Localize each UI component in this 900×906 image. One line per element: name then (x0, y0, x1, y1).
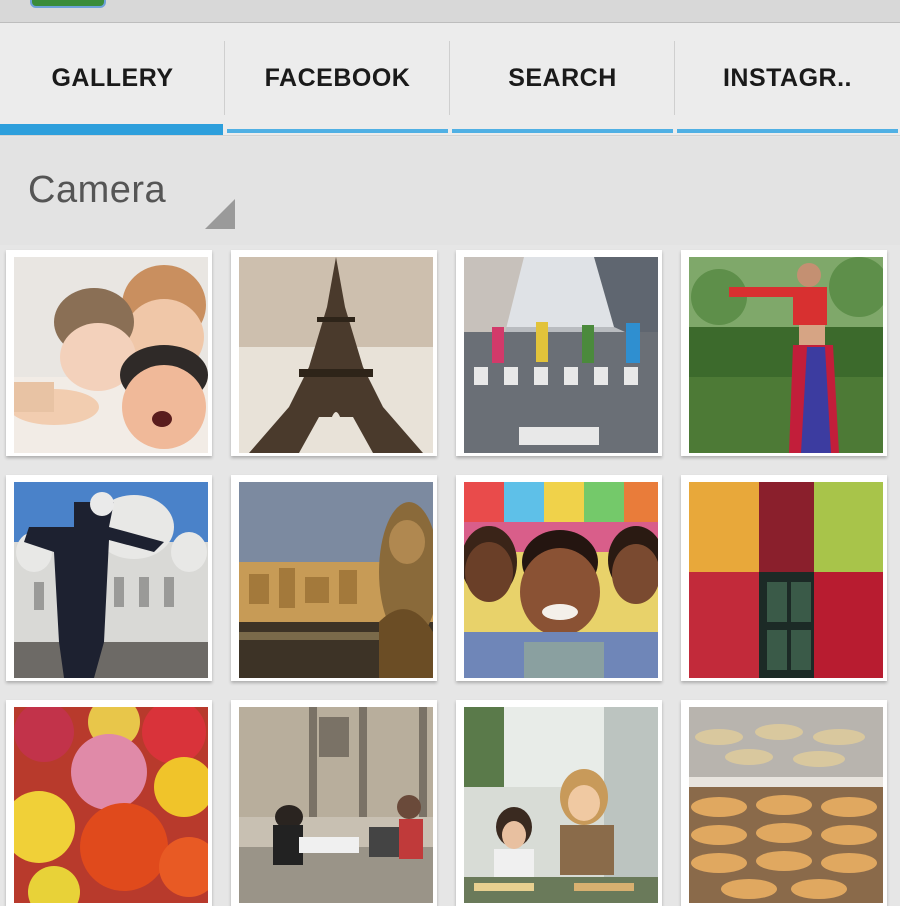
photo-thumbnail (239, 482, 433, 678)
flower-bouquet-photo[interactable] (6, 700, 212, 906)
bakery-bread-photo[interactable] (681, 700, 887, 906)
photo-grid (6, 250, 896, 906)
tab-gallery-label: GALLERY (51, 63, 174, 92)
paris-skyline-photo[interactable] (231, 475, 437, 681)
photo-thumbnail (14, 482, 208, 678)
album-spinner[interactable]: Camera (0, 137, 240, 245)
photo-thumbnail (239, 257, 433, 453)
tab-gallery-indicator (0, 124, 223, 135)
photo-thumbnail (14, 707, 208, 903)
app-logo-icon[interactable] (30, 0, 106, 8)
cafe-girls-photo[interactable] (456, 700, 662, 906)
smiling-boys-photo[interactable] (456, 475, 662, 681)
tab-facebook-indicator (227, 129, 448, 133)
tab-gallery[interactable]: GALLERY (0, 23, 225, 135)
tab-instagram-label: INSTAGR.. (722, 63, 853, 92)
photo-thumbnail (464, 707, 658, 903)
tab-instagram-indicator (677, 129, 898, 133)
tab-strip: GALLERY FACEBOOK SEARCH INSTAGR.. (0, 23, 900, 136)
tab-instagram[interactable]: INSTAGR.. (675, 23, 900, 135)
photo-thumbnail (689, 482, 883, 678)
tab-search-indicator (452, 129, 673, 133)
fruit-market-photo[interactable] (681, 475, 887, 681)
photo-thumbnail (464, 482, 658, 678)
photo-thumbnail (689, 707, 883, 903)
street-crosswalk-photo[interactable] (456, 250, 662, 456)
tab-search-label: SEARCH (508, 63, 617, 92)
tab-search[interactable]: SEARCH (450, 23, 675, 135)
action-bar (0, 0, 900, 23)
photo-thumbnail (689, 257, 883, 453)
album-spinner-value: Camera (28, 169, 167, 211)
children-splashing-photo[interactable] (6, 250, 212, 456)
tab-facebook-label: FACEBOOK (264, 63, 411, 92)
dropdown-corner-icon (205, 199, 235, 229)
eiffel-tower-photo[interactable] (231, 250, 437, 456)
plaza-people-photo[interactable] (231, 700, 437, 906)
sacre-coeur-photo[interactable] (6, 475, 212, 681)
photo-thumbnail (239, 707, 433, 903)
photo-thumbnail (464, 257, 658, 453)
tab-facebook[interactable]: FACEBOOK (225, 23, 450, 135)
album-selector-bar: Camera (0, 137, 900, 245)
photo-thumbnail (14, 257, 208, 453)
dancer-in-red-photo[interactable] (681, 250, 887, 456)
